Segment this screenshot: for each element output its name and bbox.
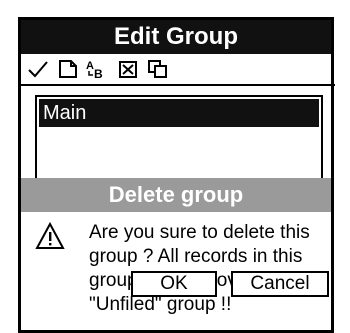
group-list: Main [35,95,323,181]
svg-text:B: B [94,67,103,80]
delete-icon[interactable] [115,57,141,81]
ok-button[interactable]: OK [131,271,217,297]
toolbar: AB [21,54,335,86]
cancel-button[interactable]: Cancel [231,271,329,297]
check-icon[interactable] [25,57,51,81]
delete-group-dialog: Delete group Are you sure to delete this… [21,178,331,330]
svg-text:A: A [86,60,94,72]
new-record-icon[interactable] [55,57,81,81]
warning-icon [35,221,65,250]
list-item[interactable]: Main [39,99,319,127]
edit-group-window: Edit Group AB Main Delete group Are you … [18,17,335,333]
copy-icon[interactable] [145,57,171,81]
rename-abc-icon[interactable]: AB [85,57,111,81]
window-title: Edit Group [21,20,331,54]
dialog-title: Delete group [21,178,331,212]
dialog-message: Are you sure to delete this group ? All … [89,222,311,315]
